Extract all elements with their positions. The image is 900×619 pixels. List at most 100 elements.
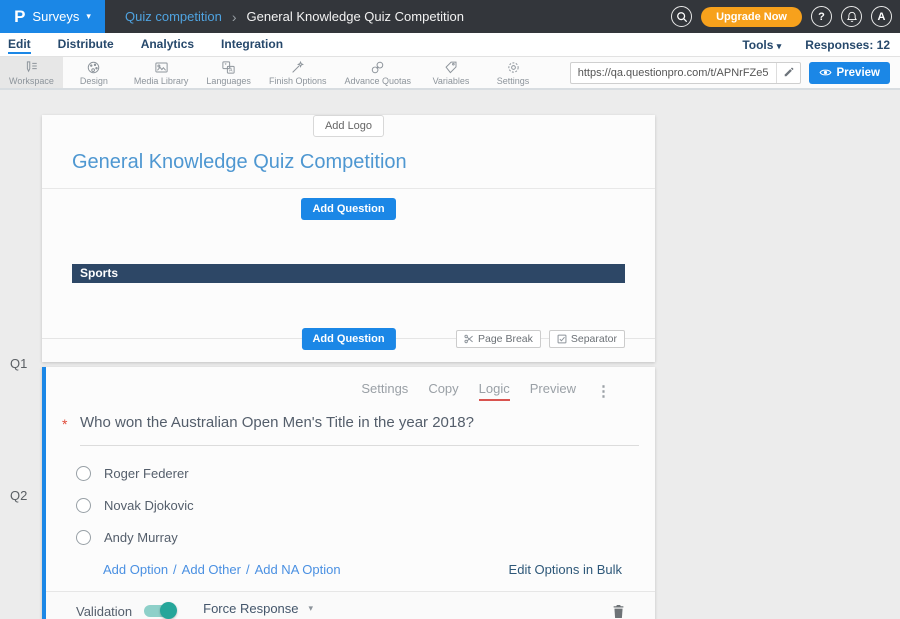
force-response-dropdown[interactable]: Force Response ▾ bbox=[201, 601, 317, 619]
survey-header-card: Add Logo General Knowledge Quiz Competit… bbox=[42, 115, 655, 362]
top-bar: P Surveys ▾ Quiz competition › General K… bbox=[0, 0, 900, 33]
add-question-row: Add Question Page Break Separator bbox=[42, 328, 655, 352]
chevron-down-icon: ▾ bbox=[777, 41, 782, 51]
search-icon bbox=[676, 11, 688, 23]
force-response-label: Force Response bbox=[203, 601, 298, 616]
chevron-down-icon: ▾ bbox=[309, 603, 314, 614]
tools-menu[interactable]: Tools ▾ bbox=[742, 38, 781, 52]
trash-icon bbox=[612, 604, 625, 619]
pencil-icon bbox=[783, 67, 794, 78]
toolbar-item-design[interactable]: Design bbox=[63, 57, 125, 88]
upgrade-now-button[interactable]: Upgrade Now bbox=[701, 7, 802, 27]
wand-icon bbox=[290, 60, 305, 75]
add-question-button-top[interactable]: Add Question bbox=[301, 198, 395, 220]
required-marker: * bbox=[62, 414, 80, 446]
svg-text:A: A bbox=[229, 68, 233, 74]
toolbar-item-languages[interactable]: *A Languages bbox=[197, 57, 260, 88]
add-na-option-link[interactable]: Add NA Option bbox=[255, 562, 341, 577]
question-number-q1: Q1 bbox=[10, 356, 27, 371]
add-question-button-middle[interactable]: Add Question bbox=[301, 328, 395, 350]
survey-url-value: https://qa.questionpro.com/t/APNrFZe5 bbox=[571, 67, 776, 79]
surveys-menu[interactable]: P Surveys ▾ bbox=[0, 0, 105, 33]
question-logic-tab[interactable]: Logic bbox=[479, 381, 510, 401]
toolbar-item-variables[interactable]: Variables bbox=[420, 57, 482, 88]
option-links-row: Add Option / Add Other / Add NA Option E… bbox=[103, 562, 622, 577]
preview-label: Preview bbox=[837, 67, 880, 79]
tag-icon bbox=[444, 60, 459, 75]
toolbar-item-finish-options[interactable]: Finish Options bbox=[260, 57, 336, 88]
divider bbox=[42, 188, 655, 189]
translate-icon: *A bbox=[221, 60, 236, 75]
break-buttons: Page Break Separator bbox=[456, 330, 625, 348]
breadcrumb-current: General Knowledge Quiz Competition bbox=[247, 9, 465, 24]
questionpro-logo-icon: P bbox=[14, 8, 25, 25]
tools-label: Tools bbox=[742, 38, 773, 52]
answer-option-row[interactable]: Roger Federer bbox=[76, 466, 655, 481]
tab-distribute[interactable]: Distribute bbox=[58, 35, 114, 54]
question-text: Who won the Australian Open Men's Title … bbox=[80, 414, 474, 431]
radio-button-icon[interactable] bbox=[76, 498, 91, 513]
notifications-button[interactable] bbox=[841, 6, 862, 27]
question-q1-section-header[interactable]: Sports bbox=[72, 264, 625, 283]
account-avatar[interactable]: A bbox=[871, 6, 892, 27]
question-settings-tab[interactable]: Settings bbox=[361, 381, 408, 401]
radio-button-icon[interactable] bbox=[76, 466, 91, 481]
tab-edit[interactable]: Edit bbox=[8, 35, 31, 54]
nav-right: Tools ▾ Responses: 12 bbox=[742, 38, 890, 52]
question-text-field[interactable]: Who won the Australian Open Men's Title … bbox=[80, 414, 639, 446]
page-break-button[interactable]: Page Break bbox=[456, 330, 541, 348]
delete-question-button[interactable] bbox=[612, 604, 625, 619]
answer-option-row[interactable]: Andy Murray bbox=[76, 530, 655, 545]
survey-url-field[interactable]: https://qa.questionpro.com/t/APNrFZe5 bbox=[570, 62, 801, 84]
question-number-q2: Q2 bbox=[10, 488, 27, 503]
survey-editor-canvas: Q1 Q2 Add Logo General Knowledge Quiz Co… bbox=[0, 90, 900, 619]
edit-options-in-bulk-link[interactable]: Edit Options in Bulk bbox=[509, 562, 622, 577]
answer-option-label[interactable]: Andy Murray bbox=[104, 530, 178, 545]
bell-icon bbox=[846, 11, 858, 23]
help-button[interactable]: ? bbox=[811, 6, 832, 27]
more-options-icon[interactable]: ⋮ bbox=[596, 384, 611, 399]
question-text-row: * Who won the Australian Open Men's Titl… bbox=[62, 414, 639, 446]
validation-label: Validation bbox=[76, 604, 132, 619]
link-separator: / bbox=[246, 562, 250, 577]
tab-analytics[interactable]: Analytics bbox=[141, 35, 194, 54]
answer-option-row[interactable]: Novak Djokovic bbox=[76, 498, 655, 513]
edit-url-button[interactable] bbox=[776, 62, 800, 84]
palette-icon bbox=[86, 60, 101, 75]
nav-tabs: Edit Distribute Analytics Integration bbox=[8, 35, 283, 54]
survey-url-group: https://qa.questionpro.com/t/APNrFZe5 Pr… bbox=[570, 57, 900, 88]
search-button[interactable] bbox=[671, 6, 692, 27]
responses-count[interactable]: Responses: 12 bbox=[805, 38, 890, 52]
app-screen: P Surveys ▾ Quiz competition › General K… bbox=[0, 0, 900, 619]
checkbox-icon bbox=[557, 334, 567, 344]
breadcrumb-separator: › bbox=[232, 9, 237, 25]
preview-button[interactable]: Preview bbox=[809, 62, 890, 84]
separator-button[interactable]: Separator bbox=[549, 330, 625, 348]
toolbar-item-workspace[interactable]: Workspace bbox=[0, 57, 63, 88]
breadcrumb-parent-link[interactable]: Quiz competition bbox=[125, 9, 222, 24]
link-separator: / bbox=[173, 562, 177, 577]
chain-icon bbox=[370, 60, 385, 75]
gear-icon bbox=[506, 60, 521, 75]
scissors-icon bbox=[464, 334, 474, 344]
add-logo-button[interactable]: Add Logo bbox=[313, 115, 384, 137]
add-other-link[interactable]: Add Other bbox=[182, 562, 241, 577]
svg-text:*: * bbox=[225, 63, 227, 69]
validation-bar: Validation Force Response ▾ bbox=[46, 591, 655, 619]
tab-integration[interactable]: Integration bbox=[221, 35, 283, 54]
add-option-link[interactable]: Add Option bbox=[103, 562, 168, 577]
toolbar-item-settings[interactable]: Settings bbox=[482, 57, 544, 88]
question-copy-tab[interactable]: Copy bbox=[428, 381, 458, 401]
question-preview-tab[interactable]: Preview bbox=[530, 381, 576, 401]
toolbar-item-media-library[interactable]: Media Library bbox=[125, 57, 198, 88]
answer-option-label[interactable]: Roger Federer bbox=[104, 466, 189, 481]
validation-toggle[interactable] bbox=[144, 605, 175, 617]
question-q2-card: Settings Copy Logic Preview ⋮ * Who won … bbox=[42, 367, 655, 619]
edit-toolbar: Workspace Design Media Library *A Langua… bbox=[0, 57, 900, 90]
image-icon bbox=[154, 60, 169, 75]
answer-option-label[interactable]: Novak Djokovic bbox=[104, 498, 194, 513]
radio-button-icon[interactable] bbox=[76, 530, 91, 545]
toolbar-item-advance-quotas[interactable]: Advance Quotas bbox=[335, 57, 420, 88]
survey-title[interactable]: General Knowledge Quiz Competition bbox=[72, 151, 625, 174]
answer-options: Roger Federer Novak Djokovic Andy Murray bbox=[76, 466, 655, 545]
